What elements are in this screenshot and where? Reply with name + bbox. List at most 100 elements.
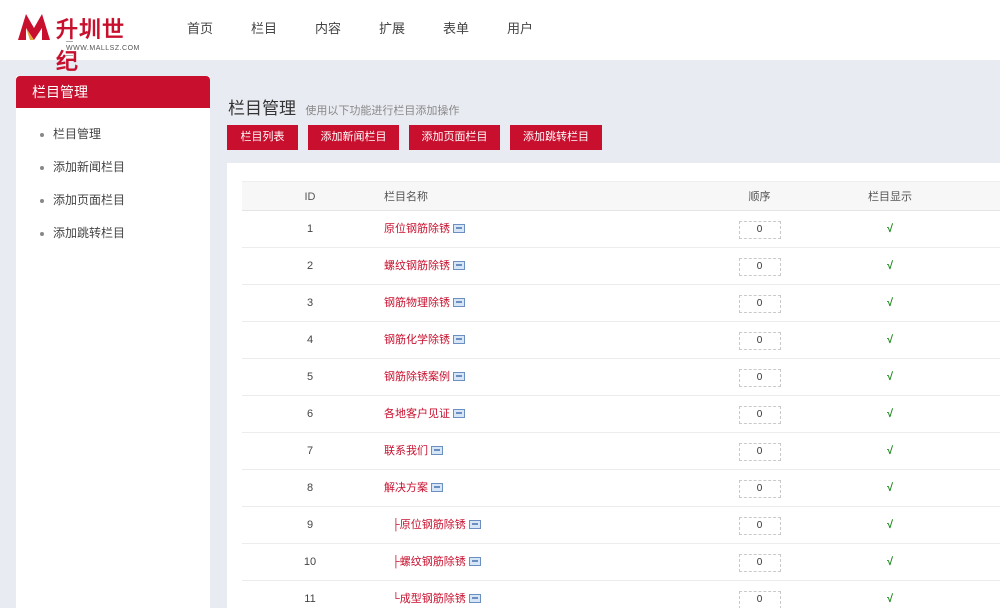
page-header: 栏目管理 使用以下功能进行栏目添加操作 [228,94,459,119]
bullet-icon [40,232,44,236]
check-icon: √ [886,556,894,568]
check-icon: √ [886,519,894,531]
add-page-column-button[interactable]: 添加页面栏目 [409,125,500,150]
column-name-link[interactable]: 螺纹钢筋除锈 [384,260,450,272]
bullet-icon [40,133,44,137]
row-name-cell: └成型钢筋除锈 [378,581,696,608]
sidebar-item-manage[interactable]: 栏目管理 [16,118,210,151]
page-title: 栏目管理 [228,99,296,118]
order-input[interactable]: 0 [738,369,781,387]
column-name-link[interactable]: 原位钢筋除锈 [400,519,466,531]
edit-icon[interactable] [468,556,481,566]
row-order-cell: 0 [696,211,823,247]
row-order-cell: 0 [696,285,823,321]
nav-item-forms[interactable]: 表单 [424,0,488,60]
row-id: 9 [306,519,314,531]
edit-icon[interactable] [453,260,465,270]
row-show-cell: √ [823,359,957,395]
row-order-cell: 0 [696,507,823,543]
nav-item-extend[interactable]: 扩展 [360,0,424,60]
edit-icon[interactable] [453,371,465,381]
column-name-link[interactable]: 钢筋物理除锈 [384,297,450,309]
check-icon: √ [886,408,894,420]
order-input[interactable]: 0 [738,406,781,424]
nav-item-users[interactable]: 用户 [488,0,552,60]
tree-branch: └ [392,593,400,605]
column-list-button[interactable]: 栏目列表 [227,125,298,150]
row-show-cell: √ [823,544,957,580]
action-buttons: 栏目列表 添加新闻栏目 添加页面栏目 添加跳转栏目 [227,125,612,150]
row-order-cell: 0 [696,544,823,580]
table-row: 3 钢筋物理除锈 0 √ [242,285,1000,322]
add-redirect-column-button[interactable]: 添加跳转栏目 [510,125,602,150]
row-id: 8 [306,482,314,494]
header-id: ID [304,191,316,203]
row-name-cell: 原位钢筋除锈 [378,211,696,247]
edit-icon[interactable] [453,408,465,418]
column-name-link[interactable]: 联系我们 [384,445,428,457]
order-input[interactable]: 0 [738,480,781,498]
check-icon: √ [886,297,894,309]
edit-icon[interactable] [431,482,443,492]
order-input[interactable]: 0 [738,591,781,608]
sidebar-item-label: 添加页面栏目 [53,193,126,207]
order-input[interactable]: 0 [738,554,781,572]
table-row: 5 钢筋除锈案例 0 √ [242,359,1000,396]
row-name-cell: 螺纹钢筋除锈 [378,248,696,284]
check-icon: √ [886,334,894,346]
table-row: 6 各地客户见证 0 √ [242,396,1000,433]
bullet-icon [40,199,44,203]
column-name-link[interactable]: 原位钢筋除锈 [384,223,450,235]
row-id: 5 [306,371,314,383]
row-name-cell: 各地客户见证 [378,396,696,432]
logo-mark-icon [18,14,50,40]
order-input[interactable]: 0 [738,332,781,350]
sidebar-item-add-page[interactable]: 添加页面栏目 [16,184,210,217]
sidebar-item-label: 添加新闻栏目 [53,160,126,174]
row-show-cell: √ [823,433,957,469]
row-show-cell: √ [823,248,957,284]
row-show-cell: √ [823,470,957,506]
row-id: 7 [306,445,314,457]
order-input[interactable]: 0 [738,221,781,239]
table-header: ID 栏目名称 顺序 栏目显示 [242,181,1000,211]
column-name-link[interactable]: 成型钢筋除锈 [400,593,466,605]
nav-item-content[interactable]: 内容 [296,0,360,60]
sidebar-item-label: 添加跳转栏目 [53,226,126,240]
row-order-cell: 0 [696,470,823,506]
edit-icon[interactable] [453,297,465,307]
table-row: 1 原位钢筋除锈 0 √ [242,211,1000,248]
logo[interactable]: 升圳世纪 — WWW.MALLSZ.COM — [16,8,146,75]
row-id: 4 [306,334,314,346]
row-show-cell: √ [823,507,957,543]
add-news-column-button[interactable]: 添加新闻栏目 [308,125,399,150]
row-name-cell: ├原位钢筋除锈 [378,507,696,543]
column-name-link[interactable]: 钢筋化学除锈 [384,334,450,346]
table-row: 4 钢筋化学除锈 0 √ [242,322,1000,359]
nav-item-home[interactable]: 首页 [168,0,232,60]
edit-icon[interactable] [468,519,481,529]
tree-branch: ├ [392,519,400,531]
edit-icon[interactable] [468,593,481,603]
header-name: 栏目名称 [384,191,428,203]
sidebar-item-add-redirect[interactable]: 添加跳转栏目 [16,217,210,250]
table-row: 8 解决方案 0 √ [242,470,1000,507]
row-id: 10 [303,556,317,568]
order-input[interactable]: 0 [738,517,781,535]
column-name-link[interactable]: 解决方案 [384,482,428,494]
nav-item-columns[interactable]: 栏目 [232,0,296,60]
column-name-link[interactable]: 各地客户见证 [384,408,450,420]
order-input[interactable]: 0 [738,295,781,313]
row-order-cell: 0 [696,248,823,284]
edit-icon[interactable] [453,223,465,233]
table-row: 9 ├原位钢筋除锈 0 √ [242,507,1000,544]
order-input[interactable]: 0 [738,443,781,461]
row-name-cell: 解决方案 [378,470,696,506]
edit-icon[interactable] [431,445,443,455]
column-name-link[interactable]: 螺纹钢筋除锈 [400,556,466,568]
sidebar-item-add-news[interactable]: 添加新闻栏目 [16,151,210,184]
table-row: 2 螺纹钢筋除锈 0 √ [242,248,1000,285]
column-name-link[interactable]: 钢筋除锈案例 [384,371,450,383]
order-input[interactable]: 0 [738,258,781,276]
edit-icon[interactable] [453,334,465,344]
